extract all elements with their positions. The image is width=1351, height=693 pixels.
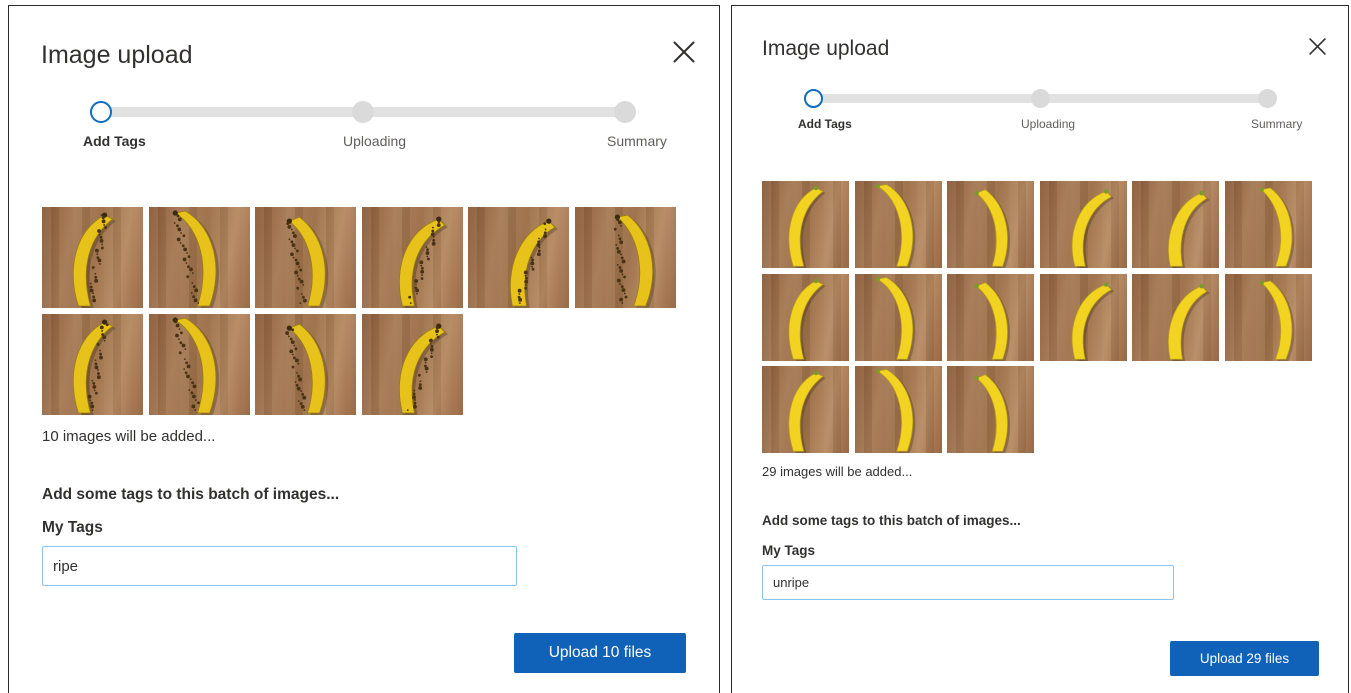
banana-image <box>874 368 915 453</box>
banana-image <box>1168 283 1210 361</box>
close-button[interactable] <box>1308 37 1327 56</box>
close-button[interactable] <box>672 40 696 64</box>
image-thumbnail <box>1132 273 1219 361</box>
image-thumbnail <box>574 207 676 308</box>
banana-image <box>172 316 219 415</box>
image-thumbnail <box>255 207 356 308</box>
step-dot-uploading <box>352 101 374 123</box>
step-label-add-tags: Add Tags <box>798 117 852 131</box>
banana-image <box>72 318 116 415</box>
banana-image <box>788 185 826 268</box>
banana-image <box>286 216 329 308</box>
banana-image <box>1071 189 1114 268</box>
step-dot-uploading <box>1031 89 1050 108</box>
banana-image <box>974 189 1011 268</box>
step-dot-summary <box>614 101 636 123</box>
upload-button[interactable]: Upload 10 files <box>514 633 686 673</box>
step-dot-summary <box>1258 89 1277 108</box>
step-label-summary: Summary <box>1251 117 1303 131</box>
banana-image <box>874 183 915 268</box>
tags-prompt: Add some tags to this batch of images... <box>42 486 340 503</box>
banana-image <box>1168 190 1210 268</box>
step-label-summary: Summary <box>607 133 667 149</box>
image-thumbnail <box>762 366 849 453</box>
image-count-text: 29 images will be added... <box>762 464 913 479</box>
thumbnail-grid <box>42 207 676 415</box>
banana-image <box>509 218 558 308</box>
banana-image <box>398 216 448 308</box>
image-thumbnail <box>854 366 942 453</box>
step-dot-add-tags <box>90 101 112 123</box>
tags-prompt: Add some tags to this batch of images... <box>762 513 1021 528</box>
dialog-title: Image upload <box>41 41 193 69</box>
step-dot-add-tags <box>804 89 823 108</box>
banana-image <box>398 322 448 415</box>
image-count-text: 10 images will be added... <box>42 428 216 445</box>
banana-image <box>72 212 116 308</box>
image-thumbnail <box>42 313 143 415</box>
tags-label: My Tags <box>762 543 816 558</box>
image-thumbnail <box>255 313 356 415</box>
image-thumbnail <box>1039 273 1127 361</box>
banana-image <box>1258 187 1295 268</box>
image-thumbnail <box>361 313 463 415</box>
tags-input[interactable] <box>42 546 517 586</box>
image-upload-dialog-right: Image upload Add Tags Uploading Summary … <box>731 5 1349 693</box>
image-thumbnail <box>854 181 942 268</box>
image-thumbnail <box>1039 181 1127 268</box>
step-label-uploading: Uploading <box>343 133 407 149</box>
step-label-uploading: Uploading <box>1021 117 1076 131</box>
upload-button[interactable]: Upload 29 files <box>1170 641 1319 676</box>
tags-label: My Tags <box>42 519 103 536</box>
image-upload-dialog-left: Image upload Add Tags Uploading Summary … <box>8 5 720 693</box>
image-thumbnail <box>1224 181 1312 268</box>
image-thumbnail <box>1224 273 1312 361</box>
banana-image <box>613 214 656 308</box>
close-icon <box>1309 38 1326 55</box>
tags-input[interactable] <box>762 565 1174 600</box>
banana-image <box>974 281 1011 361</box>
image-thumbnail <box>947 273 1034 361</box>
banana-image <box>874 276 915 361</box>
image-thumbnail <box>854 273 942 361</box>
image-thumbnail <box>148 207 250 308</box>
image-thumbnail <box>148 313 250 415</box>
image-thumbnail <box>947 181 1034 268</box>
image-thumbnail <box>1132 181 1219 268</box>
image-thumbnail <box>762 181 849 268</box>
banana-image <box>1071 281 1114 361</box>
banana-image <box>974 374 1011 453</box>
image-thumbnail <box>42 207 143 308</box>
banana-image <box>172 210 219 308</box>
step-label-add-tags: Add Tags <box>83 133 146 149</box>
thumbnail-grid <box>762 181 1312 453</box>
banana-image <box>788 278 826 361</box>
image-thumbnail <box>361 207 463 308</box>
image-thumbnail <box>762 273 849 361</box>
dialog-title: Image upload <box>762 37 890 60</box>
image-thumbnail <box>468 207 569 308</box>
banana-image <box>788 370 826 453</box>
image-thumbnail <box>947 366 1034 453</box>
banana-image <box>1258 279 1295 361</box>
close-icon <box>673 41 695 63</box>
banana-image <box>285 323 329 415</box>
